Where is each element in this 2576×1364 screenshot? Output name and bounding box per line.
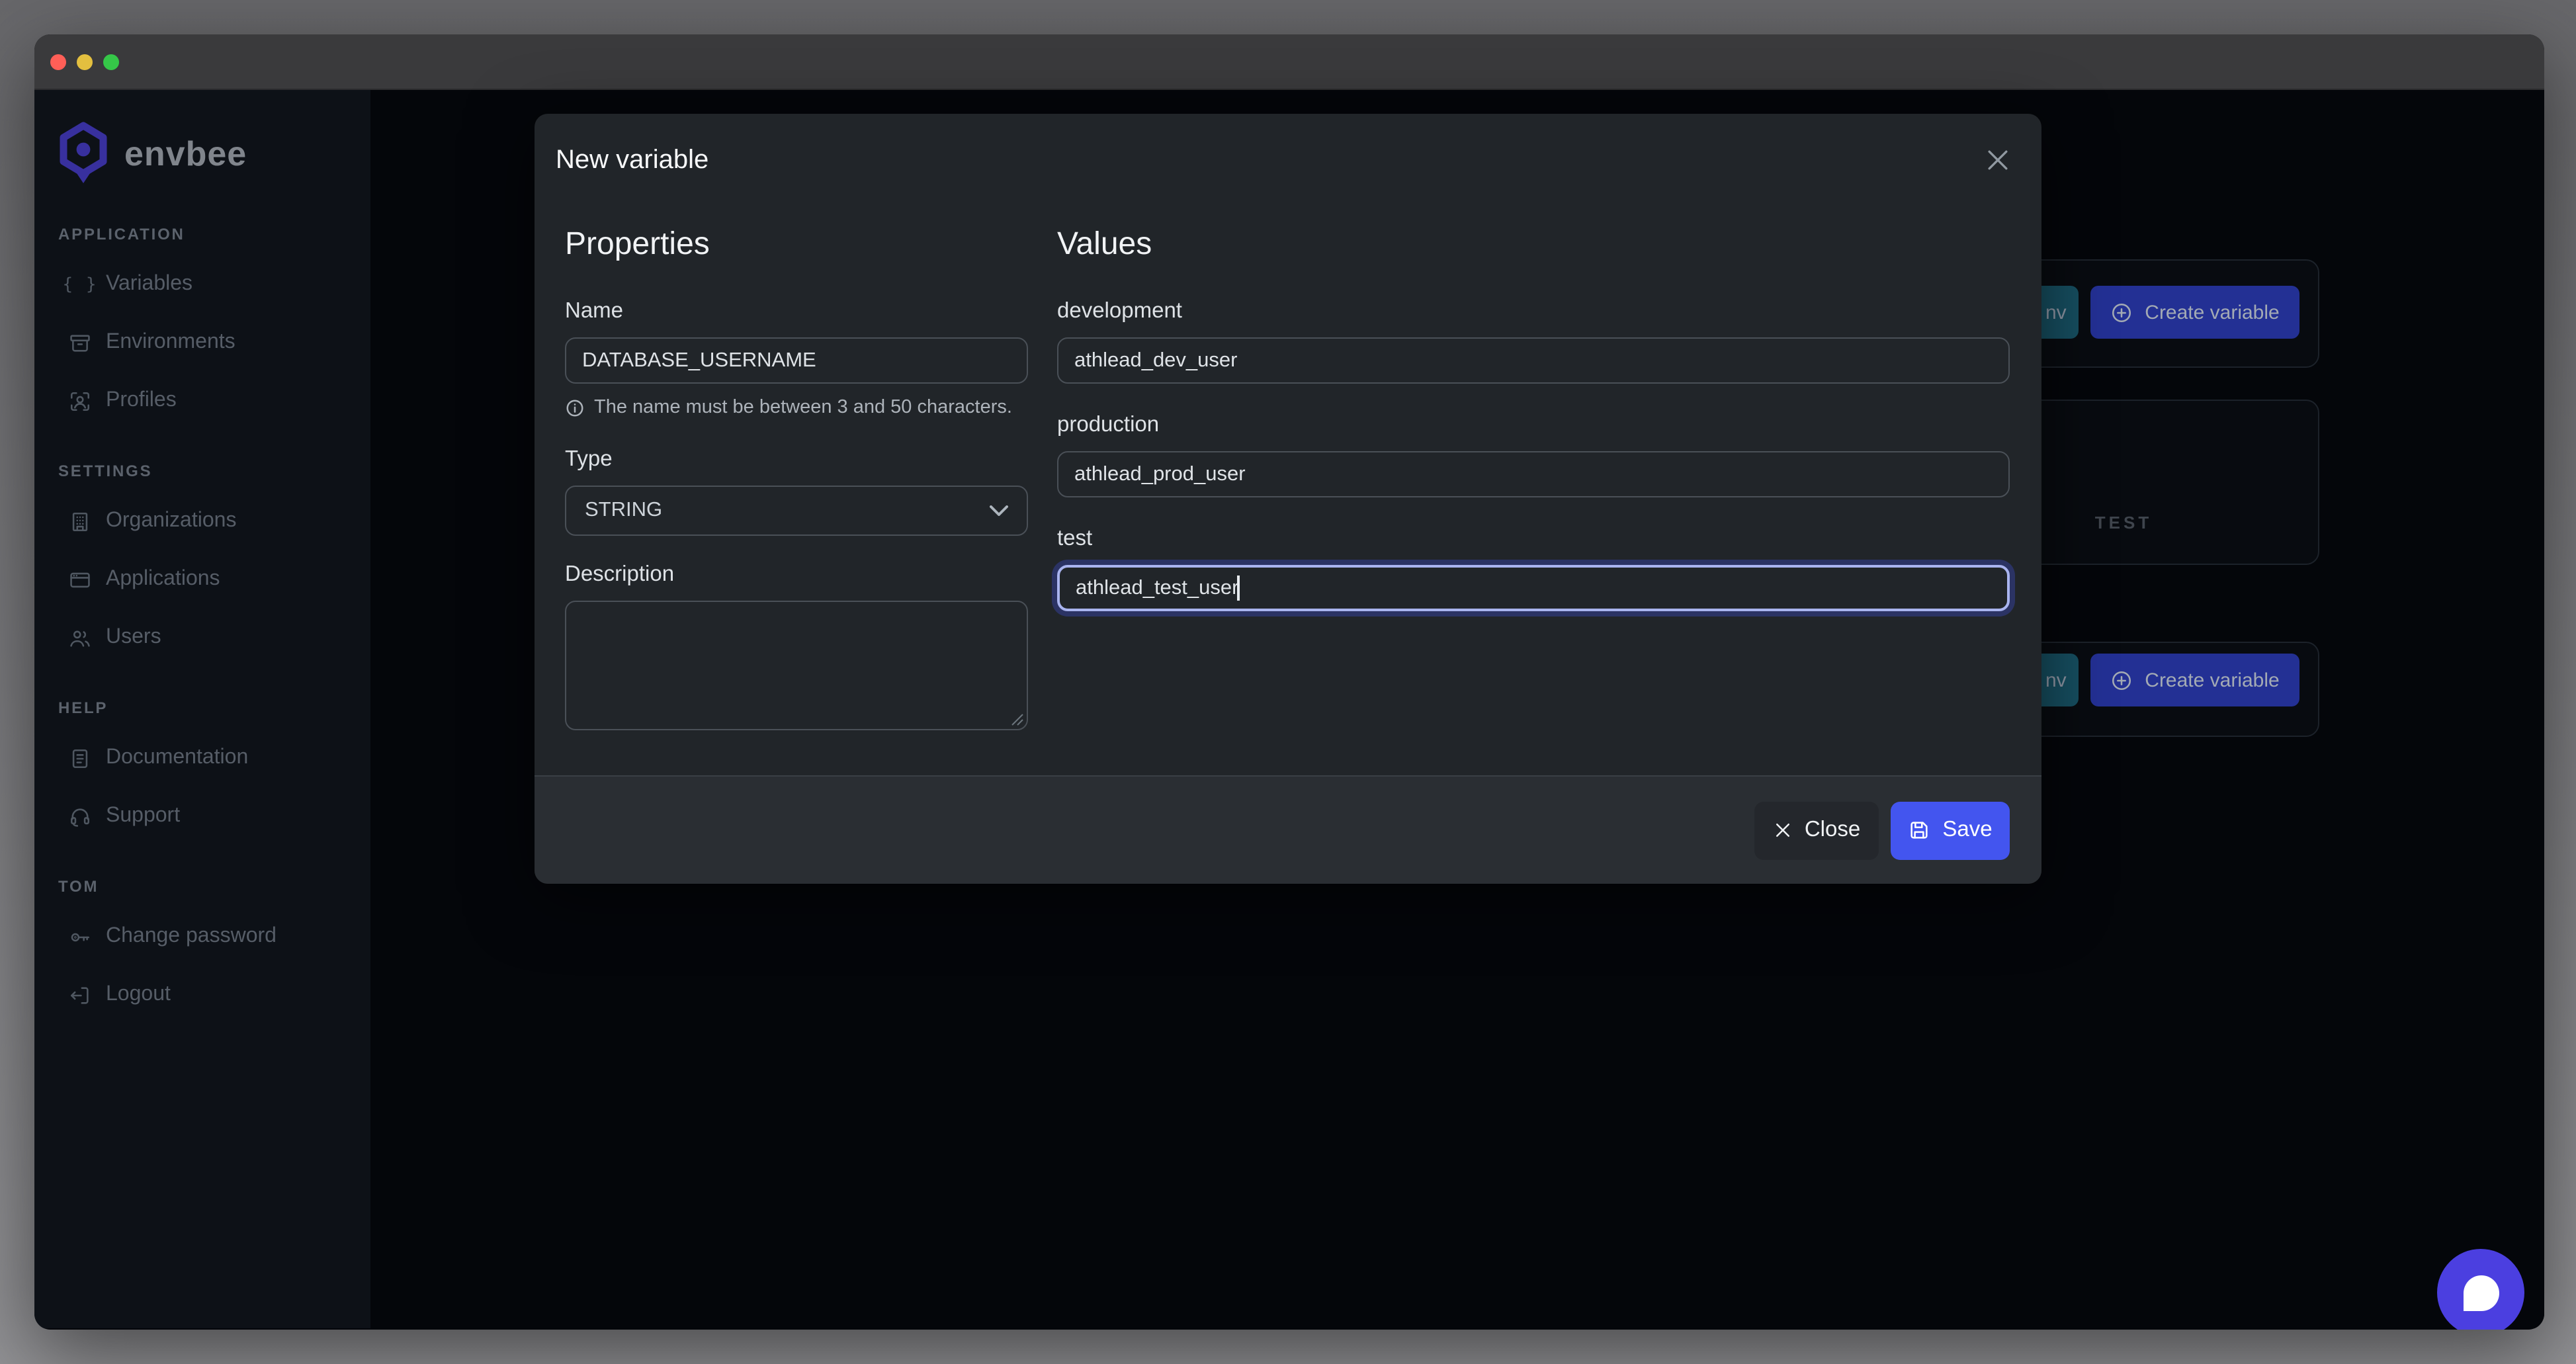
sidebar-item-label: Documentation — [106, 746, 248, 770]
chat-widget-button[interactable] — [2437, 1249, 2524, 1330]
sidebar-section-application: APPLICATION — [34, 225, 370, 243]
name-help: The name must be between 3 and 50 charac… — [565, 394, 1028, 421]
values-column: Values development production test — [1057, 225, 2010, 730]
window-titlebar — [34, 34, 2544, 90]
description-textarea[interactable] — [565, 601, 1028, 730]
sidebar-item-applications[interactable]: Applications — [34, 550, 370, 609]
create-variable-button-top[interactable]: Create variable — [2090, 286, 2299, 339]
sidebar-section-user-tom: TOM — [34, 877, 370, 896]
export-env-button-label-fragment-2: nv — [2045, 669, 2085, 692]
name-help-text: The name must be between 3 and 50 charac… — [594, 394, 1012, 421]
chat-bubble-icon — [2463, 1275, 2499, 1310]
logo-text: envbee — [124, 133, 247, 174]
production-label: production — [1057, 410, 2010, 439]
sidebar-section-settings: SETTINGS — [34, 462, 370, 480]
create-variable-label: Create variable — [2145, 669, 2279, 691]
sidebar-item-support[interactable]: Support — [34, 787, 370, 845]
sidebar: envbee APPLICATION { } Variables Environ… — [34, 90, 370, 1328]
export-env-button-label-fragment: nv — [2045, 302, 2085, 324]
sidebar-item-label: Support — [106, 804, 180, 828]
document-icon — [69, 747, 91, 769]
users-icon — [69, 626, 91, 649]
sidebar-item-logout[interactable]: Logout — [34, 966, 370, 1024]
properties-column: Properties Name The name must be between… — [565, 225, 1028, 730]
modal-title: New variable — [556, 145, 708, 175]
save-floppy-icon — [1908, 819, 1930, 841]
type-select-value: STRING — [585, 499, 662, 523]
sidebar-item-label: Logout — [106, 983, 171, 1007]
modal-footer: Close Save — [535, 775, 2041, 884]
info-icon — [565, 398, 585, 417]
headset-icon — [69, 805, 91, 828]
close-button[interactable]: Close — [1754, 801, 1879, 859]
sidebar-item-profiles[interactable]: Profiles — [34, 372, 370, 430]
archive-icon — [69, 331, 91, 354]
save-button[interactable]: Save — [1891, 801, 2010, 859]
logo[interactable]: envbee — [34, 122, 370, 185]
values-heading: Values — [1057, 225, 2010, 265]
sidebar-item-label: Applications — [106, 568, 220, 591]
app-window-icon — [69, 568, 91, 591]
sidebar-item-users[interactable]: Users — [34, 609, 370, 667]
circle-plus-icon — [2110, 301, 2133, 323]
sidebar-item-documentation[interactable]: Documentation — [34, 729, 370, 787]
modal-body: Properties Name The name must be between… — [535, 206, 2041, 730]
close-window-button[interactable] — [50, 54, 66, 69]
key-icon — [69, 925, 91, 948]
window-controls — [50, 54, 119, 69]
sidebar-item-label: Change password — [106, 925, 277, 949]
new-variable-modal: New variable Properties Name The — [535, 114, 2041, 884]
sidebar-item-label: Users — [106, 626, 161, 650]
envbee-logo-icon — [58, 122, 108, 185]
name-input[interactable] — [565, 337, 1028, 384]
create-variable-button-bottom[interactable]: Create variable — [2090, 654, 2299, 706]
minimize-window-button[interactable] — [77, 54, 93, 69]
close-icon[interactable] — [1983, 146, 2012, 175]
type-select[interactable]: STRING — [565, 486, 1028, 536]
sidebar-item-organizations[interactable]: Organizations — [34, 492, 370, 550]
building-icon — [69, 510, 91, 533]
test-value-input[interactable] — [1057, 565, 2010, 611]
test-label: test — [1057, 524, 2010, 553]
development-value-input[interactable] — [1057, 337, 2010, 384]
screen: envbee APPLICATION { } Variables Environ… — [0, 0, 2576, 1364]
description-label: Description — [565, 560, 1028, 589]
chevron-down-icon — [990, 505, 1008, 516]
sidebar-section-help: HELP — [34, 699, 370, 717]
create-variable-label: Create variable — [2145, 301, 2279, 323]
sidebar-item-change-password[interactable]: Change password — [34, 908, 370, 966]
close-button-label: Close — [1805, 818, 1860, 843]
development-label: development — [1057, 296, 2010, 325]
circle-plus-icon — [2110, 669, 2133, 691]
type-label: Type — [565, 445, 1028, 474]
text-cursor — [1237, 575, 1240, 601]
x-icon — [1773, 820, 1793, 840]
sidebar-item-label: Profiles — [106, 389, 177, 413]
test-card-label: TEST — [2095, 513, 2152, 533]
sidebar-item-variables[interactable]: { } Variables — [34, 255, 370, 314]
name-label: Name — [565, 296, 1028, 325]
sidebar-item-environments[interactable]: Environments — [34, 314, 370, 372]
braces-icon: { } — [69, 273, 91, 296]
sidebar-item-label: Variables — [106, 273, 193, 296]
sidebar-item-label: Organizations — [106, 509, 236, 533]
logout-icon — [69, 984, 91, 1006]
sidebar-item-label: Environments — [106, 331, 236, 355]
zoom-window-button[interactable] — [103, 54, 119, 69]
save-button-label: Save — [1942, 818, 1992, 843]
production-value-input[interactable] — [1057, 451, 2010, 497]
profile-badge-icon — [69, 390, 91, 412]
modal-header: New variable — [535, 114, 2041, 206]
properties-heading: Properties — [565, 225, 1028, 265]
